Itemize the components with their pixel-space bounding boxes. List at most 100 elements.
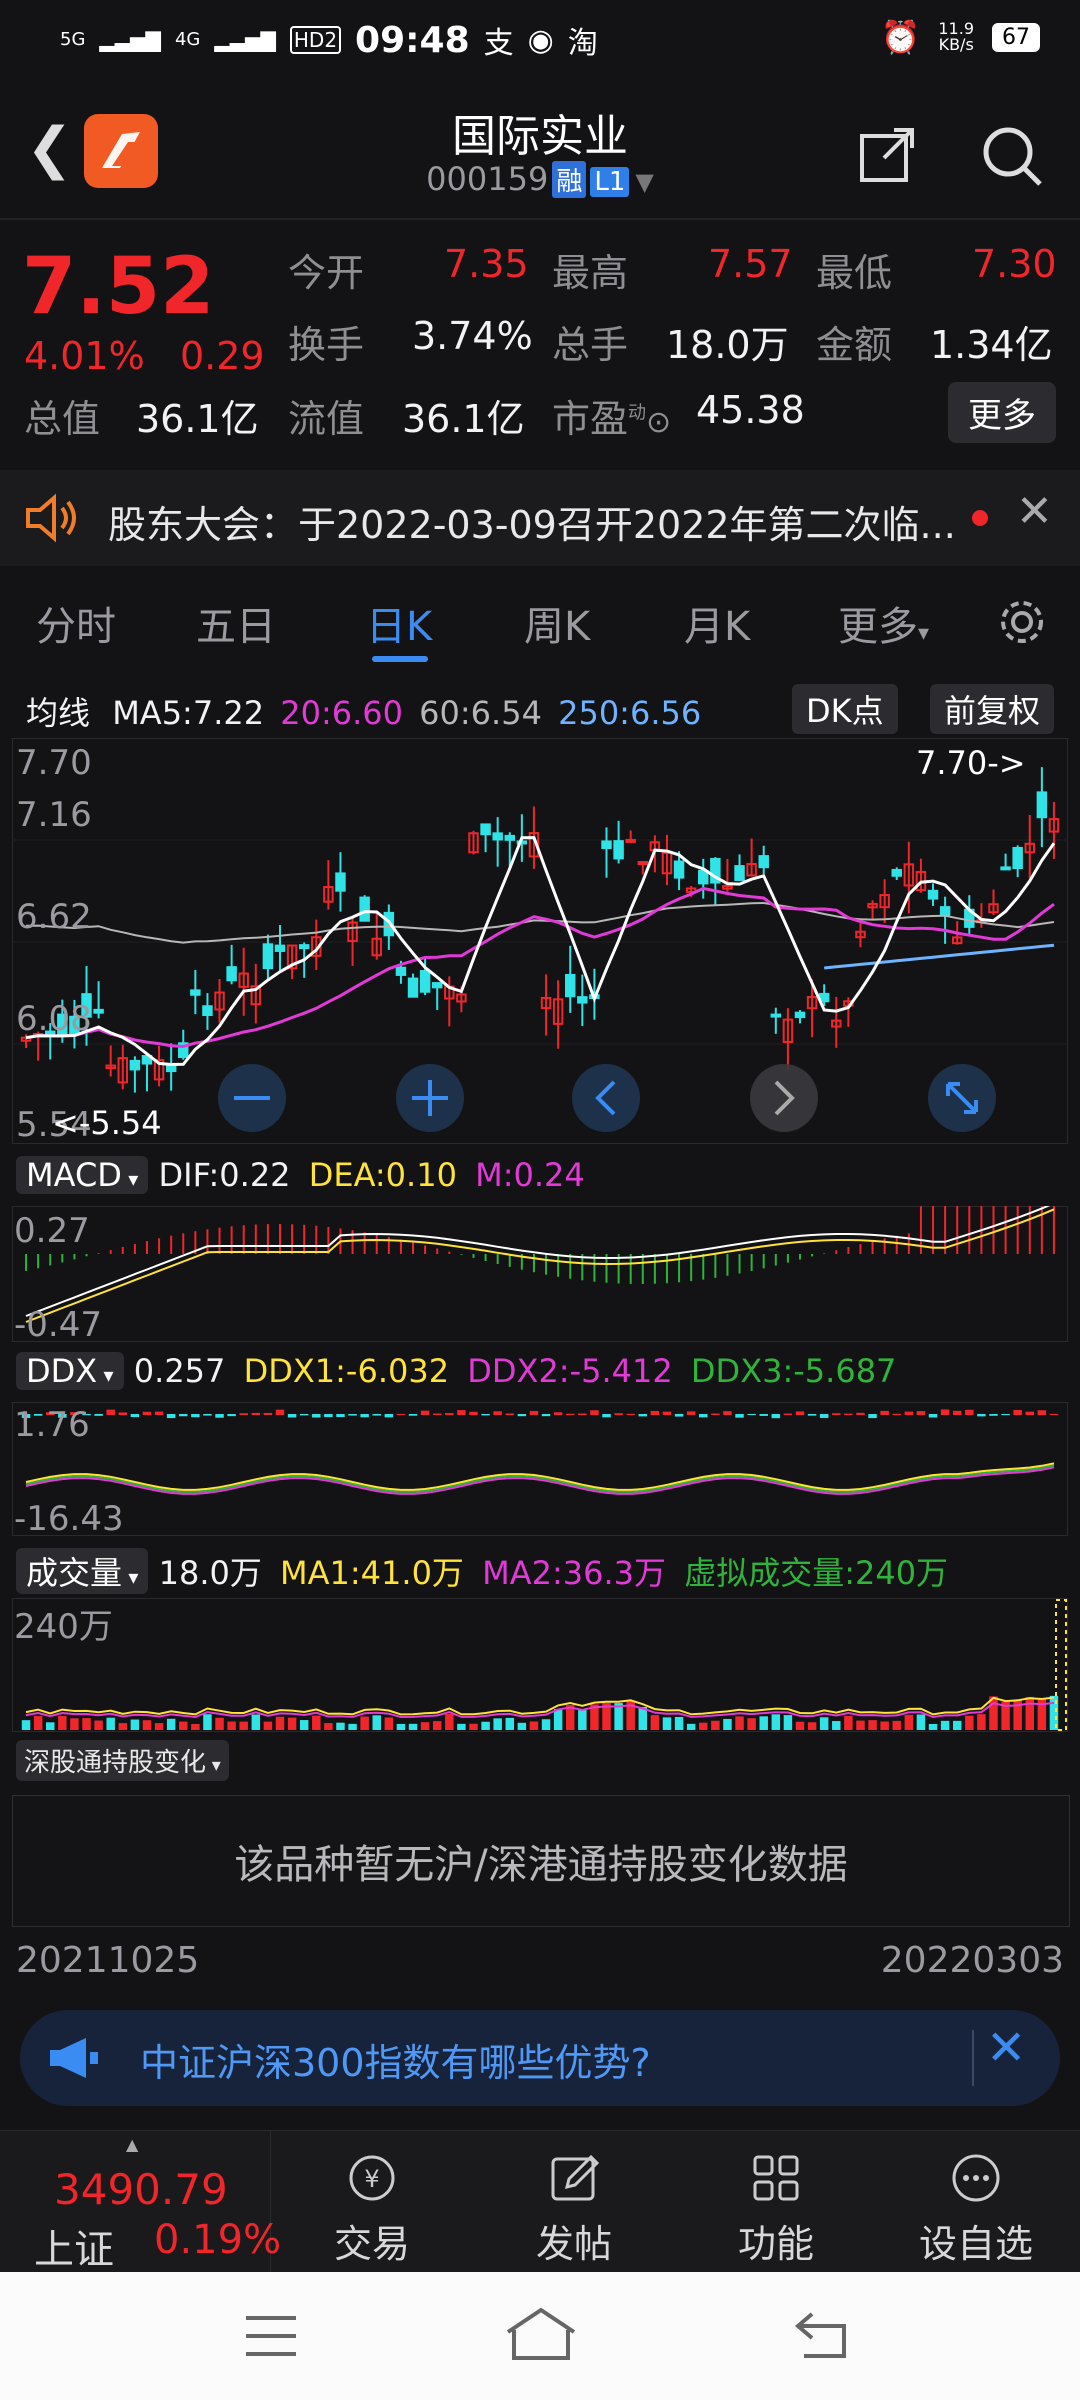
ddx-bar bbox=[928, 1414, 938, 1418]
ddx-bar bbox=[263, 1412, 273, 1415]
ddx-bar bbox=[312, 1414, 321, 1418]
ytick-macd-0: 0.27 bbox=[14, 1211, 90, 1251]
stock-code-line: 000159 融 L1 ▼ bbox=[0, 160, 1080, 198]
ddx-bar bbox=[191, 1414, 200, 1418]
kline-chart[interactable]: 7.70 7.16 6.62 6.08 5.54 7.70-> <-5.54 bbox=[12, 738, 1068, 1144]
status-left: 5G ▂▃▅▇ 4G ▂▃▅▇ HD2 09:48 支 ◉ 淘 bbox=[60, 18, 598, 62]
tab-zhouk[interactable]: 周K bbox=[524, 594, 590, 652]
ytick-ddx-1: -16.43 bbox=[14, 1499, 124, 1536]
chevron-down-icon-ddx: ▾ bbox=[97, 1363, 114, 1387]
chevron-up-icon: ▲ bbox=[126, 2135, 139, 2154]
fullscreen-button[interactable] bbox=[928, 1064, 996, 1132]
ddx-bar bbox=[505, 1413, 514, 1415]
ddx-bar bbox=[868, 1414, 877, 1419]
scroll-left-button[interactable] bbox=[572, 1064, 640, 1132]
ddx-legend: DDX ▾ 0.257 DDX1:-6.032 DDX2:-5.412 DDX3… bbox=[16, 1352, 896, 1390]
ddx-bar bbox=[299, 1414, 309, 1416]
volume-bar bbox=[118, 1723, 128, 1730]
index-ticker[interactable]: ▲ 3490.79 上证 0.19% bbox=[0, 2131, 281, 2273]
add-watchlist-button[interactable]: 设自选 bbox=[906, 2151, 1046, 2268]
post-button[interactable]: 发帖 bbox=[504, 2151, 644, 2268]
change-pct: 4.01% bbox=[24, 334, 145, 378]
tab-more[interactable]: 更多▾ bbox=[838, 594, 929, 652]
info-icon[interactable]: ⊙ bbox=[646, 405, 671, 440]
status-right: ⏰ 11.9 KB/s 67 bbox=[881, 18, 1040, 56]
signal-bars-icon-2: ▂▃▅▇ bbox=[214, 28, 276, 52]
volume-bar bbox=[505, 1717, 514, 1730]
candle-body bbox=[504, 834, 515, 841]
grid-icon bbox=[753, 2155, 799, 2201]
ddx-bar bbox=[1037, 1410, 1047, 1415]
ddx-bar bbox=[287, 1414, 297, 1418]
zoom-in-button[interactable] bbox=[396, 1064, 464, 1132]
close-icon[interactable]: ✕ bbox=[1016, 486, 1053, 537]
date-start: 20211025 bbox=[16, 1940, 200, 1981]
float-value: 36.1亿 bbox=[402, 397, 525, 441]
trade-button[interactable]: ¥ 交易 bbox=[302, 2151, 442, 2268]
candle-body bbox=[202, 1005, 213, 1017]
adjust-button[interactable]: 前复权 bbox=[930, 684, 1055, 734]
promo-banner[interactable]: 中证沪深300指数有哪些优势? ✕ bbox=[20, 2010, 1060, 2106]
volume-ma1-line bbox=[25, 1696, 1055, 1716]
banner-close-icon[interactable]: ✕ bbox=[986, 2020, 1026, 2076]
dk-point-button[interactable]: DK点 bbox=[792, 684, 898, 734]
back-icon[interactable] bbox=[792, 2310, 852, 2364]
volume-bar bbox=[1025, 1696, 1034, 1730]
volume-selector[interactable]: 成交量 ▾ bbox=[16, 1548, 149, 1594]
volume-bar bbox=[33, 1716, 43, 1730]
ddx-bar bbox=[420, 1410, 430, 1415]
zoom-out-button[interactable] bbox=[218, 1064, 286, 1132]
scroll-right-button[interactable] bbox=[750, 1064, 818, 1132]
ddx-bar bbox=[408, 1414, 418, 1416]
volume-bar bbox=[312, 1715, 321, 1730]
ddx-bar bbox=[106, 1409, 115, 1415]
volume-bar bbox=[275, 1716, 285, 1730]
edit-icon bbox=[551, 2154, 600, 2201]
volume-bar bbox=[70, 1718, 79, 1730]
candle-body bbox=[335, 872, 346, 892]
candle-body bbox=[673, 860, 685, 879]
ddx-bar bbox=[481, 1414, 490, 1416]
tab-yuek[interactable]: 月K bbox=[684, 594, 750, 652]
speaker-icon bbox=[24, 492, 80, 548]
max-marker: 7.70-> bbox=[916, 744, 1026, 782]
volume-bar bbox=[324, 1723, 333, 1730]
volume-bar bbox=[868, 1720, 877, 1730]
change-value: 0.29 bbox=[180, 334, 265, 378]
volume-bar bbox=[94, 1720, 103, 1730]
ddx-bar bbox=[771, 1414, 781, 1419]
home-icon[interactable] bbox=[504, 2306, 578, 2366]
stock-header: ❮ 国际实业 000159 融 L1 ▼ bbox=[0, 86, 1080, 216]
tab-wuri[interactable]: 五日 bbox=[196, 594, 276, 652]
volume-bar bbox=[420, 1722, 430, 1730]
volume-bar bbox=[215, 1717, 224, 1730]
volume-bar bbox=[251, 1714, 261, 1730]
ma-legend: 均线 MA5:7.22 20:6.60 60:6.54 250:6.56 bbox=[26, 688, 701, 734]
ddx-bar bbox=[602, 1414, 611, 1418]
volume-bar bbox=[130, 1719, 140, 1730]
divider bbox=[0, 218, 1080, 220]
volume-chart: 240万 bbox=[12, 1598, 1068, 1732]
search-icon[interactable] bbox=[978, 122, 1046, 194]
candle-body bbox=[359, 896, 370, 922]
chevron-down-icon[interactable]: ▼ bbox=[635, 168, 653, 196]
low-label: 最低 bbox=[816, 251, 893, 295]
index-change: 0.19% bbox=[154, 2217, 282, 2263]
settings-gear-icon[interactable] bbox=[996, 596, 1048, 652]
ddx-selector[interactable]: DDX ▾ bbox=[16, 1352, 124, 1390]
share-icon[interactable] bbox=[856, 124, 918, 190]
chevron-down-icon-macd: ▾ bbox=[121, 1167, 139, 1191]
more-quote-button[interactable]: 更多 bbox=[948, 382, 1056, 443]
ma250-line bbox=[824, 943, 1055, 970]
tab-fenshi[interactable]: 分时 bbox=[36, 594, 116, 652]
function-button[interactable]: 功能 bbox=[706, 2151, 846, 2268]
notice-bar[interactable]: 股东大会：于2022-03-09召开2022年第二次临... ✕ bbox=[0, 470, 1080, 566]
hk-selector[interactable]: 深股通持股变化 ▾ bbox=[16, 1740, 229, 1781]
tab-rik[interactable]: 日K bbox=[366, 594, 432, 652]
menu-icon[interactable] bbox=[244, 2312, 298, 2364]
add-watchlist-label: 设自选 bbox=[918, 2222, 1033, 2266]
macd-dea: DEA:0.10 bbox=[308, 1156, 457, 1194]
candle-body bbox=[734, 865, 745, 881]
volume-bar bbox=[759, 1716, 768, 1730]
macd-selector[interactable]: MACD ▾ bbox=[16, 1156, 149, 1194]
